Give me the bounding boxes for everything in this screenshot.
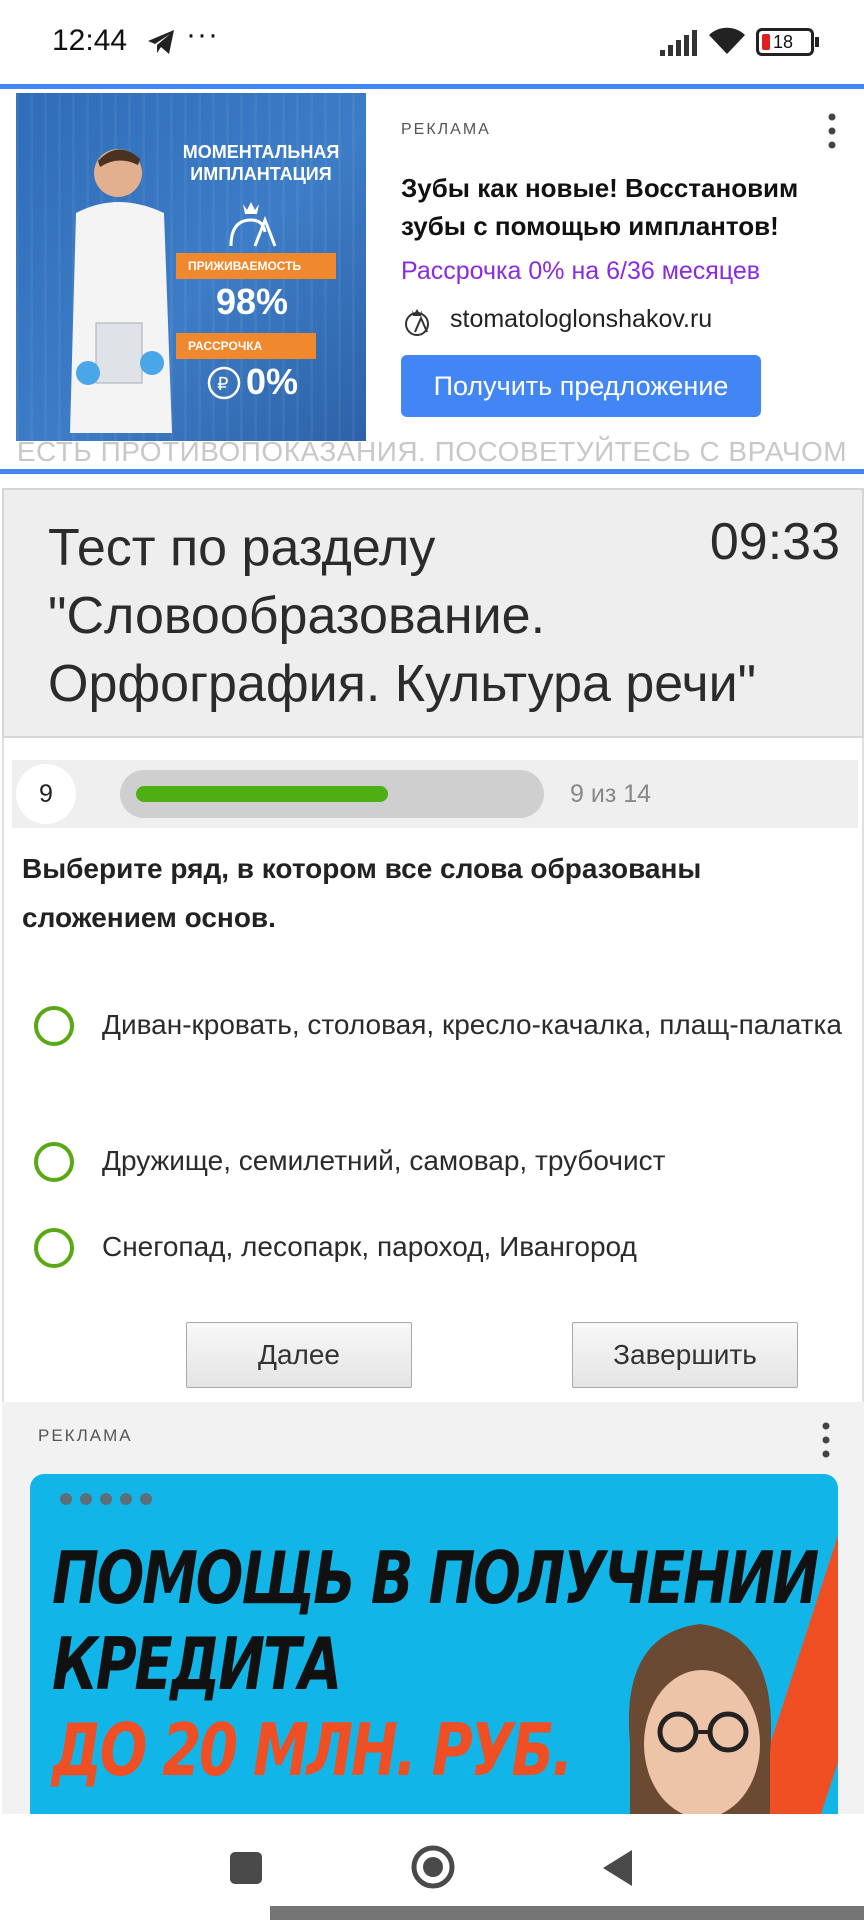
ad-image-headline: МОМЕНТАЛЬНАЯ ИМПЛАНТАЦИЯ xyxy=(182,142,340,184)
wifi-icon xyxy=(709,27,745,54)
ad-more-menu-icon[interactable] xyxy=(814,1420,838,1460)
battery-icon: 18 xyxy=(756,28,819,56)
answer-option-label[interactable]: Диван-кровать, столовая, кресло-качалка,… xyxy=(102,1000,842,1050)
top-ad-banner[interactable]: МОМЕНТАЛЬНАЯ ИМПЛАНТАЦИЯ ПРИЖИВАЕМОСТЬ 9… xyxy=(0,84,864,474)
answer-option-label[interactable]: Дружище, семилетний, самовар, трубочист xyxy=(102,1136,842,1186)
ad-image-value-survival: 98% xyxy=(216,281,289,322)
home-icon[interactable] xyxy=(410,1844,456,1890)
ad-image-tag-installment: РАССРОЧКА xyxy=(176,333,316,359)
clinic-logo-icon xyxy=(229,202,277,247)
radio-button[interactable] xyxy=(34,1228,74,1268)
battery-level: 18 xyxy=(773,32,794,52)
ad-title[interactable]: Зубы как новые! Восстановим зубы с помощ… xyxy=(401,169,841,245)
quiz-timer: 09:33 xyxy=(709,513,840,571)
ad-disclaimer: ЕСТЬ ПРОТИВОПОКАЗАНИЯ. ПОСОВЕТУЙТЕСЬ С В… xyxy=(16,436,848,467)
clinic-favicon-icon xyxy=(405,309,429,336)
progress-row: 9 9 из 14 xyxy=(12,760,858,828)
back-icon[interactable] xyxy=(600,1848,634,1888)
ad-image-tag-survival: ПРИЖИВАЕМОСТЬ xyxy=(176,253,336,279)
telegram-icon xyxy=(148,30,174,54)
radio-button[interactable] xyxy=(34,1006,74,1046)
recents-icon[interactable] xyxy=(230,1852,262,1884)
progress-text: 9 из 14 xyxy=(570,780,652,808)
signal-icon xyxy=(660,30,697,56)
ad-image-value-installment: 0% xyxy=(246,361,299,402)
quiz-title: Тест по разделу "Словообразование. Орфог… xyxy=(48,519,757,713)
finish-button[interactable]: Завершить xyxy=(572,1322,798,1388)
answer-option-label[interactable]: Снегопад, лесопарк, пароход, Ивангород xyxy=(102,1222,842,1272)
progress-bar xyxy=(120,770,544,818)
ad-carousel-dots xyxy=(60,1492,160,1510)
status-bar: 12:44 ··· 18 xyxy=(0,0,864,84)
ad-more-menu-icon[interactable] xyxy=(820,111,844,151)
ad-subtitle[interactable]: Рассрочка 0% на 6/36 месяцев xyxy=(401,257,760,286)
bottom-ad-banner[interactable]: РЕКЛАМА ПОМОЩЬ В ПОЛУЧЕНИИ КРЕДИТА ДО 20… xyxy=(2,1402,864,1814)
progress-bar-fill xyxy=(136,786,388,802)
radio-button[interactable] xyxy=(34,1142,74,1182)
ad-domain[interactable]: stomatologlonshakov.ru xyxy=(450,305,712,334)
ad-headline-line3: ДО 20 МЛН. РУБ. xyxy=(52,1708,573,1792)
quiz-header: Тест по разделу "Словообразование. Орфог… xyxy=(2,488,864,738)
more-notifications-icon: ··· xyxy=(186,18,219,51)
ad-label: РЕКЛАМА xyxy=(38,1426,133,1445)
ad-headline-line2: КРЕДИТА xyxy=(52,1622,342,1706)
woman-photo xyxy=(628,1624,772,1814)
next-button[interactable]: Далее xyxy=(186,1322,412,1388)
navigation-bar xyxy=(0,1814,864,1920)
ruble-icon: ₽ xyxy=(207,366,241,400)
status-time: 12:44 xyxy=(52,24,128,57)
get-offer-button[interactable]: Получить предложение xyxy=(401,355,761,417)
question-text: Выберите ряд, в котором все слова образо… xyxy=(22,853,702,933)
question-number: 9 xyxy=(16,764,76,824)
svg-text:₽: ₽ xyxy=(217,374,228,394)
quiz-body: 9 9 из 14 Выберите ряд, в котором все сл… xyxy=(2,738,864,1402)
ad-image[interactable]: МОМЕНТАЛЬНАЯ ИМПЛАНТАЦИЯ ПРИЖИВАЕМОСТЬ 9… xyxy=(16,93,366,441)
ad-label: РЕКЛАМА xyxy=(401,121,491,138)
gesture-handle xyxy=(270,1906,864,1920)
ad-creative[interactable]: ПОМОЩЬ В ПОЛУЧЕНИИ КРЕДИТА ДО 20 МЛН. РУ… xyxy=(30,1474,838,1814)
